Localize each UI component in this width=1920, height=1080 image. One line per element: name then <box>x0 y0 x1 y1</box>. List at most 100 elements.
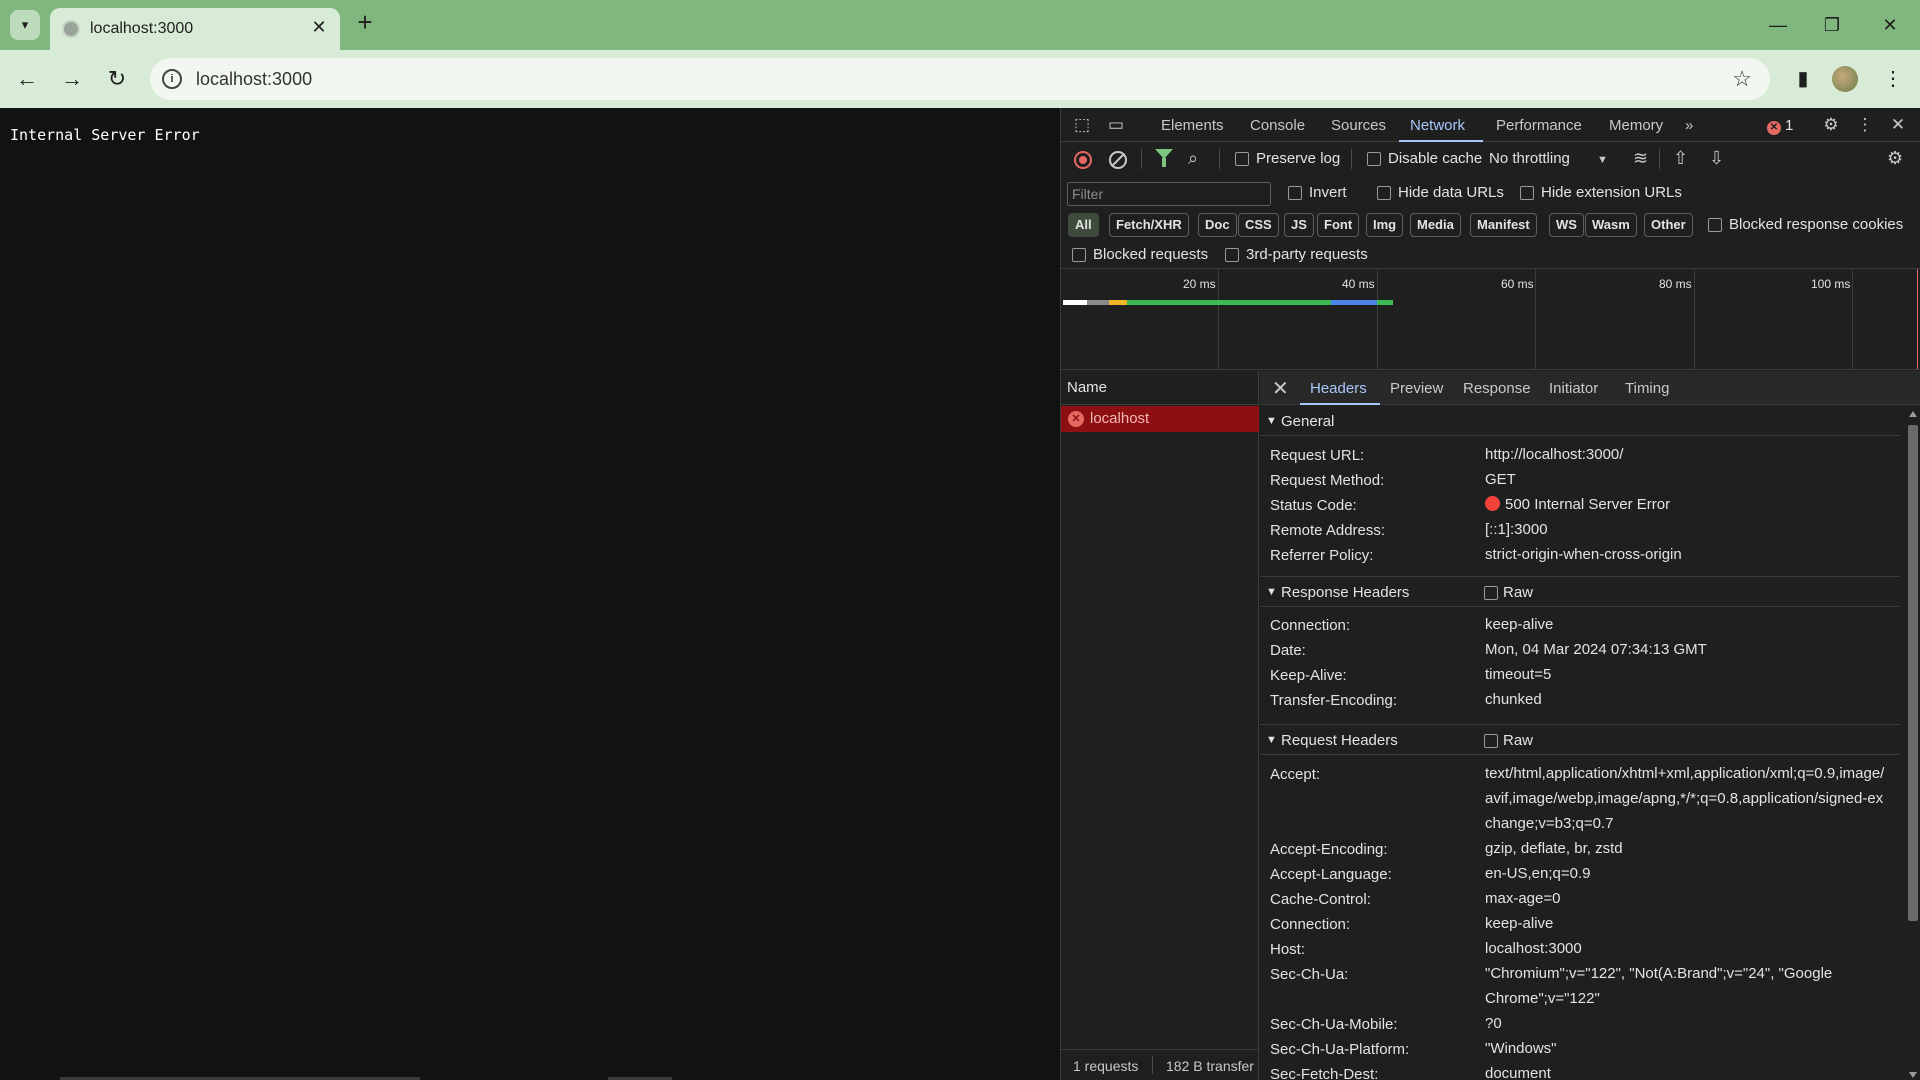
filter-chip-all[interactable]: All <box>1068 213 1099 237</box>
scroll-up-arrow-icon[interactable] <box>1909 411 1917 417</box>
settings-gear-icon[interactable]: ⚙ <box>1820 114 1842 136</box>
browser-tab[interactable]: localhost:3000 ✕ <box>50 8 340 50</box>
back-button[interactable]: ← <box>12 64 42 94</box>
search-icon[interactable]: ⌕ <box>1188 148 1198 169</box>
tab-console[interactable]: Console <box>1250 117 1305 134</box>
hide-extension-urls-checkbox[interactable] <box>1520 186 1534 200</box>
tab-search-button[interactable]: ▾ <box>10 10 40 40</box>
filter-chip-wasm[interactable]: Wasm <box>1585 213 1637 237</box>
tab-response[interactable]: Response <box>1463 380 1531 397</box>
filter-chip-ws[interactable]: WS <box>1549 213 1584 237</box>
request-headers-section-header[interactable]: ▼ Request Headers Raw <box>1260 725 1900 755</box>
filter-chip-img[interactable]: Img <box>1366 213 1404 237</box>
address-bar[interactable]: i localhost:3000 ☆ <box>150 58 1770 100</box>
filter-input[interactable] <box>1067 182 1271 206</box>
filter-chip-js[interactable]: JS <box>1284 213 1314 237</box>
filter-chip-fetch-xhr[interactable]: Fetch/XHR <box>1109 213 1189 237</box>
blocked-requests-checkbox[interactable] <box>1072 248 1086 262</box>
tab-headers[interactable]: Headers <box>1310 380 1367 397</box>
avatar[interactable] <box>1832 66 1858 92</box>
third-party-requests-checkbox[interactable] <box>1225 248 1239 262</box>
header-value: localhost:3000 <box>1485 940 1582 957</box>
tab-initiator[interactable]: Initiator <box>1549 380 1598 397</box>
header-key: Referrer Policy: <box>1270 547 1374 564</box>
filter-chip-font[interactable]: Font <box>1317 213 1360 237</box>
reload-button[interactable]: ↻ <box>102 64 132 94</box>
minimize-button[interactable]: — <box>1758 10 1798 40</box>
tab-performance[interactable]: Performance <box>1496 117 1582 134</box>
raw-checkbox[interactable] <box>1484 586 1498 600</box>
filter-chip-manifest[interactable]: Manifest <box>1470 213 1537 237</box>
restore-button[interactable]: ❐ <box>1812 10 1852 40</box>
tab-sources[interactable]: Sources <box>1331 117 1386 134</box>
network-overview[interactable]: 20 ms 40 ms 60 ms 80 ms 100 ms <box>1061 268 1920 370</box>
throttling-select[interactable]: No throttling <box>1489 150 1570 167</box>
scrollbar-thumb[interactable] <box>1908 425 1918 921</box>
close-devtools-icon[interactable]: ✕ <box>1887 114 1909 136</box>
tab-network[interactable]: Network <box>1410 117 1465 134</box>
header-key: Sec-Ch-Ua-Mobile: <box>1270 1016 1398 1033</box>
header-key: Status Code: <box>1270 497 1357 514</box>
new-tab-button[interactable]: + <box>352 9 378 36</box>
preserve-log-checkbox[interactable] <box>1235 152 1249 166</box>
chevron-down-icon[interactable]: ▼ <box>1597 154 1608 166</box>
timing-bar-download <box>1331 300 1377 305</box>
status-error-icon <box>1485 496 1500 511</box>
address-url[interactable]: localhost:3000 <box>196 69 312 90</box>
close-tab-button[interactable]: ✕ <box>308 16 330 38</box>
upload-icon[interactable]: ⇧ <box>1673 148 1688 169</box>
response-headers-section-header[interactable]: ▼ Response Headers Raw <box>1260 577 1900 607</box>
title-bar: ▾ localhost:3000 ✕ + — ❐ ✕ <box>0 0 1920 50</box>
close-icon[interactable]: ✕ <box>1272 376 1289 401</box>
network-toolbar: ⌕ Preserve log Disable cache No throttli… <box>1061 142 1920 176</box>
overview-gridline <box>1218 269 1219 369</box>
overview-gridline <box>1694 269 1695 369</box>
table-row[interactable]: ✕ localhost <box>1061 406 1259 432</box>
request-details: ✕ Headers Preview Response Initiator Tim… <box>1260 371 1920 1080</box>
more-menu-icon[interactable]: ⋮ <box>1878 64 1908 94</box>
hide-data-urls-checkbox[interactable] <box>1377 186 1391 200</box>
header-value: gzip, deflate, br, zstd <box>1485 840 1623 857</box>
filter-chip-media[interactable]: Media <box>1410 213 1461 237</box>
error-icon: ✕ <box>1068 411 1084 427</box>
download-icon[interactable]: ⇩ <box>1709 148 1724 169</box>
error-count-badge[interactable]: ✕ 1 <box>1767 117 1793 135</box>
forward-button[interactable]: → <box>57 64 87 94</box>
filter-chip-doc[interactable]: Doc <box>1198 213 1237 237</box>
invert-checkbox[interactable] <box>1288 186 1302 200</box>
scroll-down-arrow-icon[interactable] <box>1909 1072 1917 1078</box>
devtools-tab-bar: ⬚ ▭ Elements Console Sources Network Per… <box>1061 108 1920 142</box>
more-options-icon[interactable]: ⋮ <box>1854 114 1876 136</box>
close-window-button[interactable]: ✕ <box>1870 10 1910 40</box>
more-tabs-icon[interactable]: » <box>1685 117 1693 134</box>
invert-label: Invert <box>1309 184 1347 201</box>
filter-chip-other[interactable]: Other <box>1644 213 1693 237</box>
tab-preview[interactable]: Preview <box>1390 380 1443 397</box>
filter-chip-css[interactable]: CSS <box>1238 213 1279 237</box>
record-icon[interactable] <box>1074 151 1092 169</box>
site-info-icon[interactable]: i <box>162 69 182 89</box>
header-value: document <box>1485 1065 1551 1080</box>
header-value: "Windows" <box>1485 1040 1557 1057</box>
tab-memory[interactable]: Memory <box>1609 117 1663 134</box>
tab-elements[interactable]: Elements <box>1161 117 1224 134</box>
general-section-header[interactable]: ▼ General <box>1260 406 1900 436</box>
disable-cache-checkbox[interactable] <box>1367 152 1381 166</box>
name-column-header[interactable]: Name <box>1061 371 1259 405</box>
blocked-response-cookies-label: Blocked response cookies <box>1729 216 1904 233</box>
device-toolbar-icon[interactable]: ▭ <box>1105 114 1127 136</box>
bookmark-star-icon[interactable]: ☆ <box>1732 66 1752 92</box>
network-conditions-icon[interactable]: ≋ <box>1633 148 1648 169</box>
clear-icon[interactable] <box>1109 151 1127 169</box>
header-key: Request Method: <box>1270 472 1385 489</box>
raw-checkbox[interactable] <box>1484 734 1498 748</box>
hide-extension-urls-label: Hide extension URLs <box>1541 184 1682 201</box>
inspect-element-icon[interactable]: ⬚ <box>1071 114 1093 136</box>
header-key: Sec-Ch-Ua-Platform: <box>1270 1041 1410 1058</box>
network-settings-icon[interactable]: ⚙ <box>1887 148 1903 169</box>
triangle-down-icon: ▼ <box>1266 415 1277 427</box>
blocked-response-cookies-checkbox[interactable] <box>1708 218 1722 232</box>
header-key: Request URL: <box>1270 447 1365 464</box>
tab-timing[interactable]: Timing <box>1625 380 1669 397</box>
side-panel-icon[interactable]: ▮ <box>1788 64 1818 94</box>
